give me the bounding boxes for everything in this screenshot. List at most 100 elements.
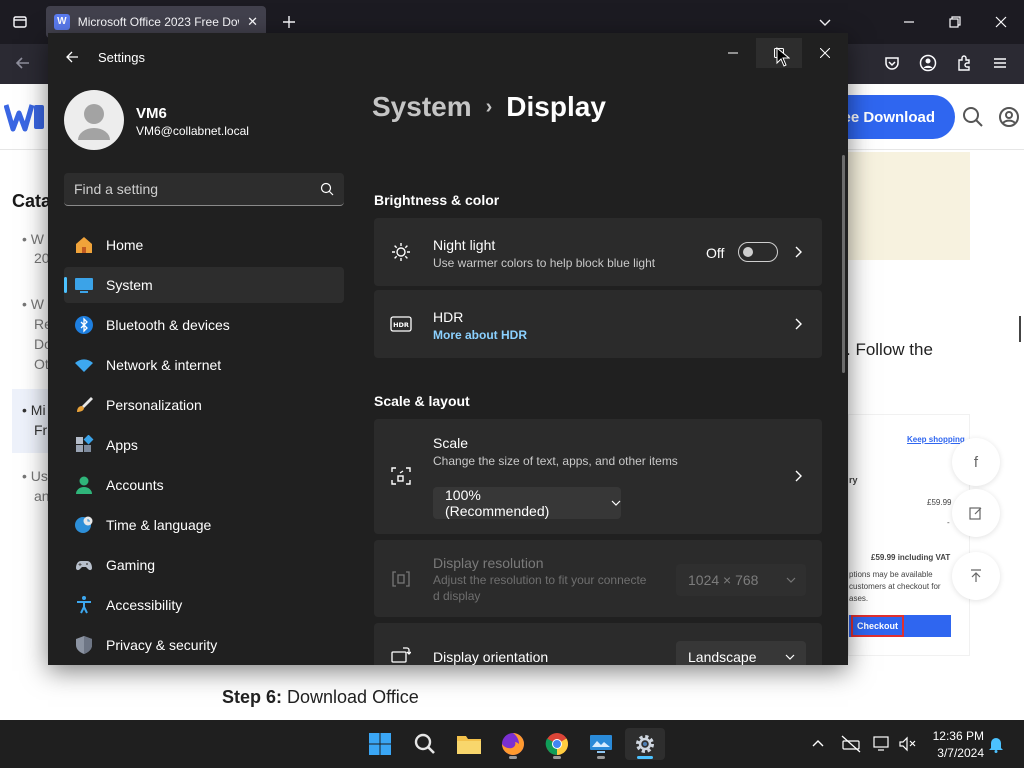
user-name: VM6 (136, 105, 167, 122)
note-text: ptions may be available (849, 570, 933, 579)
night-light-toggle[interactable] (738, 242, 778, 262)
nav-item-personalization[interactable]: Personalization (64, 387, 344, 423)
scale-value: 100% (Recommended) (445, 487, 550, 519)
hdr-card[interactable]: HDR HDR More about HDR (374, 290, 822, 358)
nav-item-home[interactable]: Home (64, 227, 344, 263)
search-icon[interactable] (405, 728, 445, 760)
price-text: £59.99 (927, 498, 952, 507)
scale-card[interactable]: Scale Change the size of text, apps, and… (374, 419, 822, 534)
nav-item-time-language[interactable]: Time & language (64, 507, 344, 543)
nav-item-accounts[interactable]: Accounts (64, 467, 344, 503)
facebook-share-icon[interactable]: f (952, 438, 1000, 486)
remote-desktop-icon[interactable] (581, 728, 621, 760)
close-icon[interactable] (802, 38, 848, 68)
night-light-card[interactable]: Night light Use warmer colors to help bl… (374, 218, 822, 286)
user-icon[interactable] (998, 106, 1020, 128)
display-icon[interactable] (872, 734, 892, 754)
page-scrollbar[interactable] (1019, 316, 1021, 342)
nav-label: Personalization (106, 397, 202, 413)
orientation-title: Display orientation (433, 649, 549, 665)
brightness-icon (390, 241, 412, 263)
chrome-icon[interactable] (537, 728, 577, 760)
bullet-text: Ot (34, 356, 49, 372)
system-icon (74, 275, 94, 295)
note-text: customers at checkout for (849, 582, 941, 591)
nav-label: Time & language (106, 517, 212, 533)
bullet-text: • W (22, 231, 45, 247)
checkout-label: Checkout (851, 615, 905, 637)
new-tab-icon[interactable] (279, 12, 299, 32)
site-logo[interactable] (3, 102, 46, 132)
menu-icon[interactable] (989, 52, 1011, 74)
find-setting-input[interactable] (74, 181, 320, 197)
edit-note-icon[interactable] (952, 489, 1000, 537)
nav-item-privacy[interactable]: Privacy & security (64, 627, 344, 663)
hdr-title: HDR (433, 309, 464, 325)
search-icon[interactable] (320, 182, 334, 196)
back-to-top-icon[interactable] (952, 552, 1000, 600)
settings-titlebar[interactable]: Settings (48, 33, 848, 81)
browser-close-icon[interactable] (988, 10, 1014, 34)
nav-label: Accounts (106, 477, 164, 493)
chevron-down-icon (785, 649, 795, 665)
chevron-down-icon (611, 495, 621, 511)
clock-date[interactable]: 3/7/2024 (926, 746, 984, 760)
scale-dropdown[interactable]: 100% (Recommended) (433, 487, 621, 519)
nav-label: Network & internet (106, 357, 222, 373)
extensions-icon[interactable] (953, 52, 975, 74)
browser-restore-icon[interactable] (942, 10, 968, 34)
chevron-up-icon[interactable] (808, 734, 828, 754)
tab-overflow-chevron-icon[interactable] (812, 10, 838, 34)
settings-icon[interactable] (625, 728, 665, 760)
file-explorer-icon[interactable] (449, 728, 489, 760)
account-icon (74, 475, 94, 495)
chevron-right-icon (790, 244, 806, 260)
firefox-icon[interactable] (493, 728, 533, 760)
nav-item-network[interactable]: Network & internet (64, 347, 344, 383)
taskbar: 12:36 PM 3/7/2024 (0, 720, 1024, 768)
nav-item-bluetooth[interactable]: Bluetooth & devices (64, 307, 344, 343)
running-indicator (597, 756, 605, 759)
notification-bell-icon[interactable] (986, 734, 1006, 754)
display-resolution-card: Display resolution Adjust the resolution… (374, 540, 822, 617)
nav-item-accessibility[interactable]: Accessibility (64, 587, 344, 623)
content-scrollbar[interactable] (842, 155, 845, 373)
keep-shopping-link: Keep shopping (907, 435, 965, 444)
nav-item-gaming[interactable]: Gaming (64, 547, 344, 583)
resolution-value: 1024 × 768 (688, 572, 759, 588)
scale-title: Scale (433, 435, 469, 451)
account-icon[interactable] (917, 52, 939, 74)
start-icon[interactable] (360, 728, 400, 760)
nav-label: System (106, 277, 153, 293)
nav-item-system[interactable]: System (64, 267, 344, 303)
tab-list-icon[interactable] (10, 12, 30, 32)
resolution-icon (390, 568, 412, 590)
night-light-title: Night light (433, 237, 496, 253)
orientation-dropdown[interactable]: Landscape (676, 641, 806, 665)
avatar[interactable] (64, 90, 124, 150)
find-setting-box[interactable] (64, 173, 344, 206)
section-title-scale-layout: Scale & layout (374, 393, 470, 409)
clock-time[interactable]: 12:36 PM (926, 729, 984, 743)
scale-subtitle: Change the size of text, apps, and other… (433, 454, 678, 468)
volume-muted-icon[interactable] (898, 734, 918, 754)
globe-clock-icon (74, 515, 94, 535)
minimize-icon[interactable] (710, 38, 756, 68)
browser-minimize-icon[interactable] (896, 10, 922, 34)
more-about-hdr-link[interactable]: More about HDR (433, 328, 527, 342)
pocket-icon[interactable] (881, 52, 903, 74)
follow-text: . Follow the (846, 340, 933, 359)
nav-item-apps[interactable]: Apps (64, 427, 344, 463)
browser-back-icon[interactable] (12, 52, 34, 74)
display-orientation-card[interactable]: Display orientation Landscape (374, 623, 822, 665)
search-icon[interactable] (962, 106, 984, 128)
running-indicator (553, 756, 561, 759)
back-arrow-icon[interactable] (62, 47, 82, 67)
close-tab-icon[interactable]: ✕ (247, 14, 258, 30)
bullet-text: Fr (34, 422, 48, 438)
network-offline-icon[interactable] (841, 734, 861, 754)
orientation-icon (390, 645, 412, 665)
ad-placeholder (848, 152, 970, 260)
hdr-icon: HDR (390, 313, 412, 335)
breadcrumb-parent[interactable]: System (372, 91, 472, 123)
